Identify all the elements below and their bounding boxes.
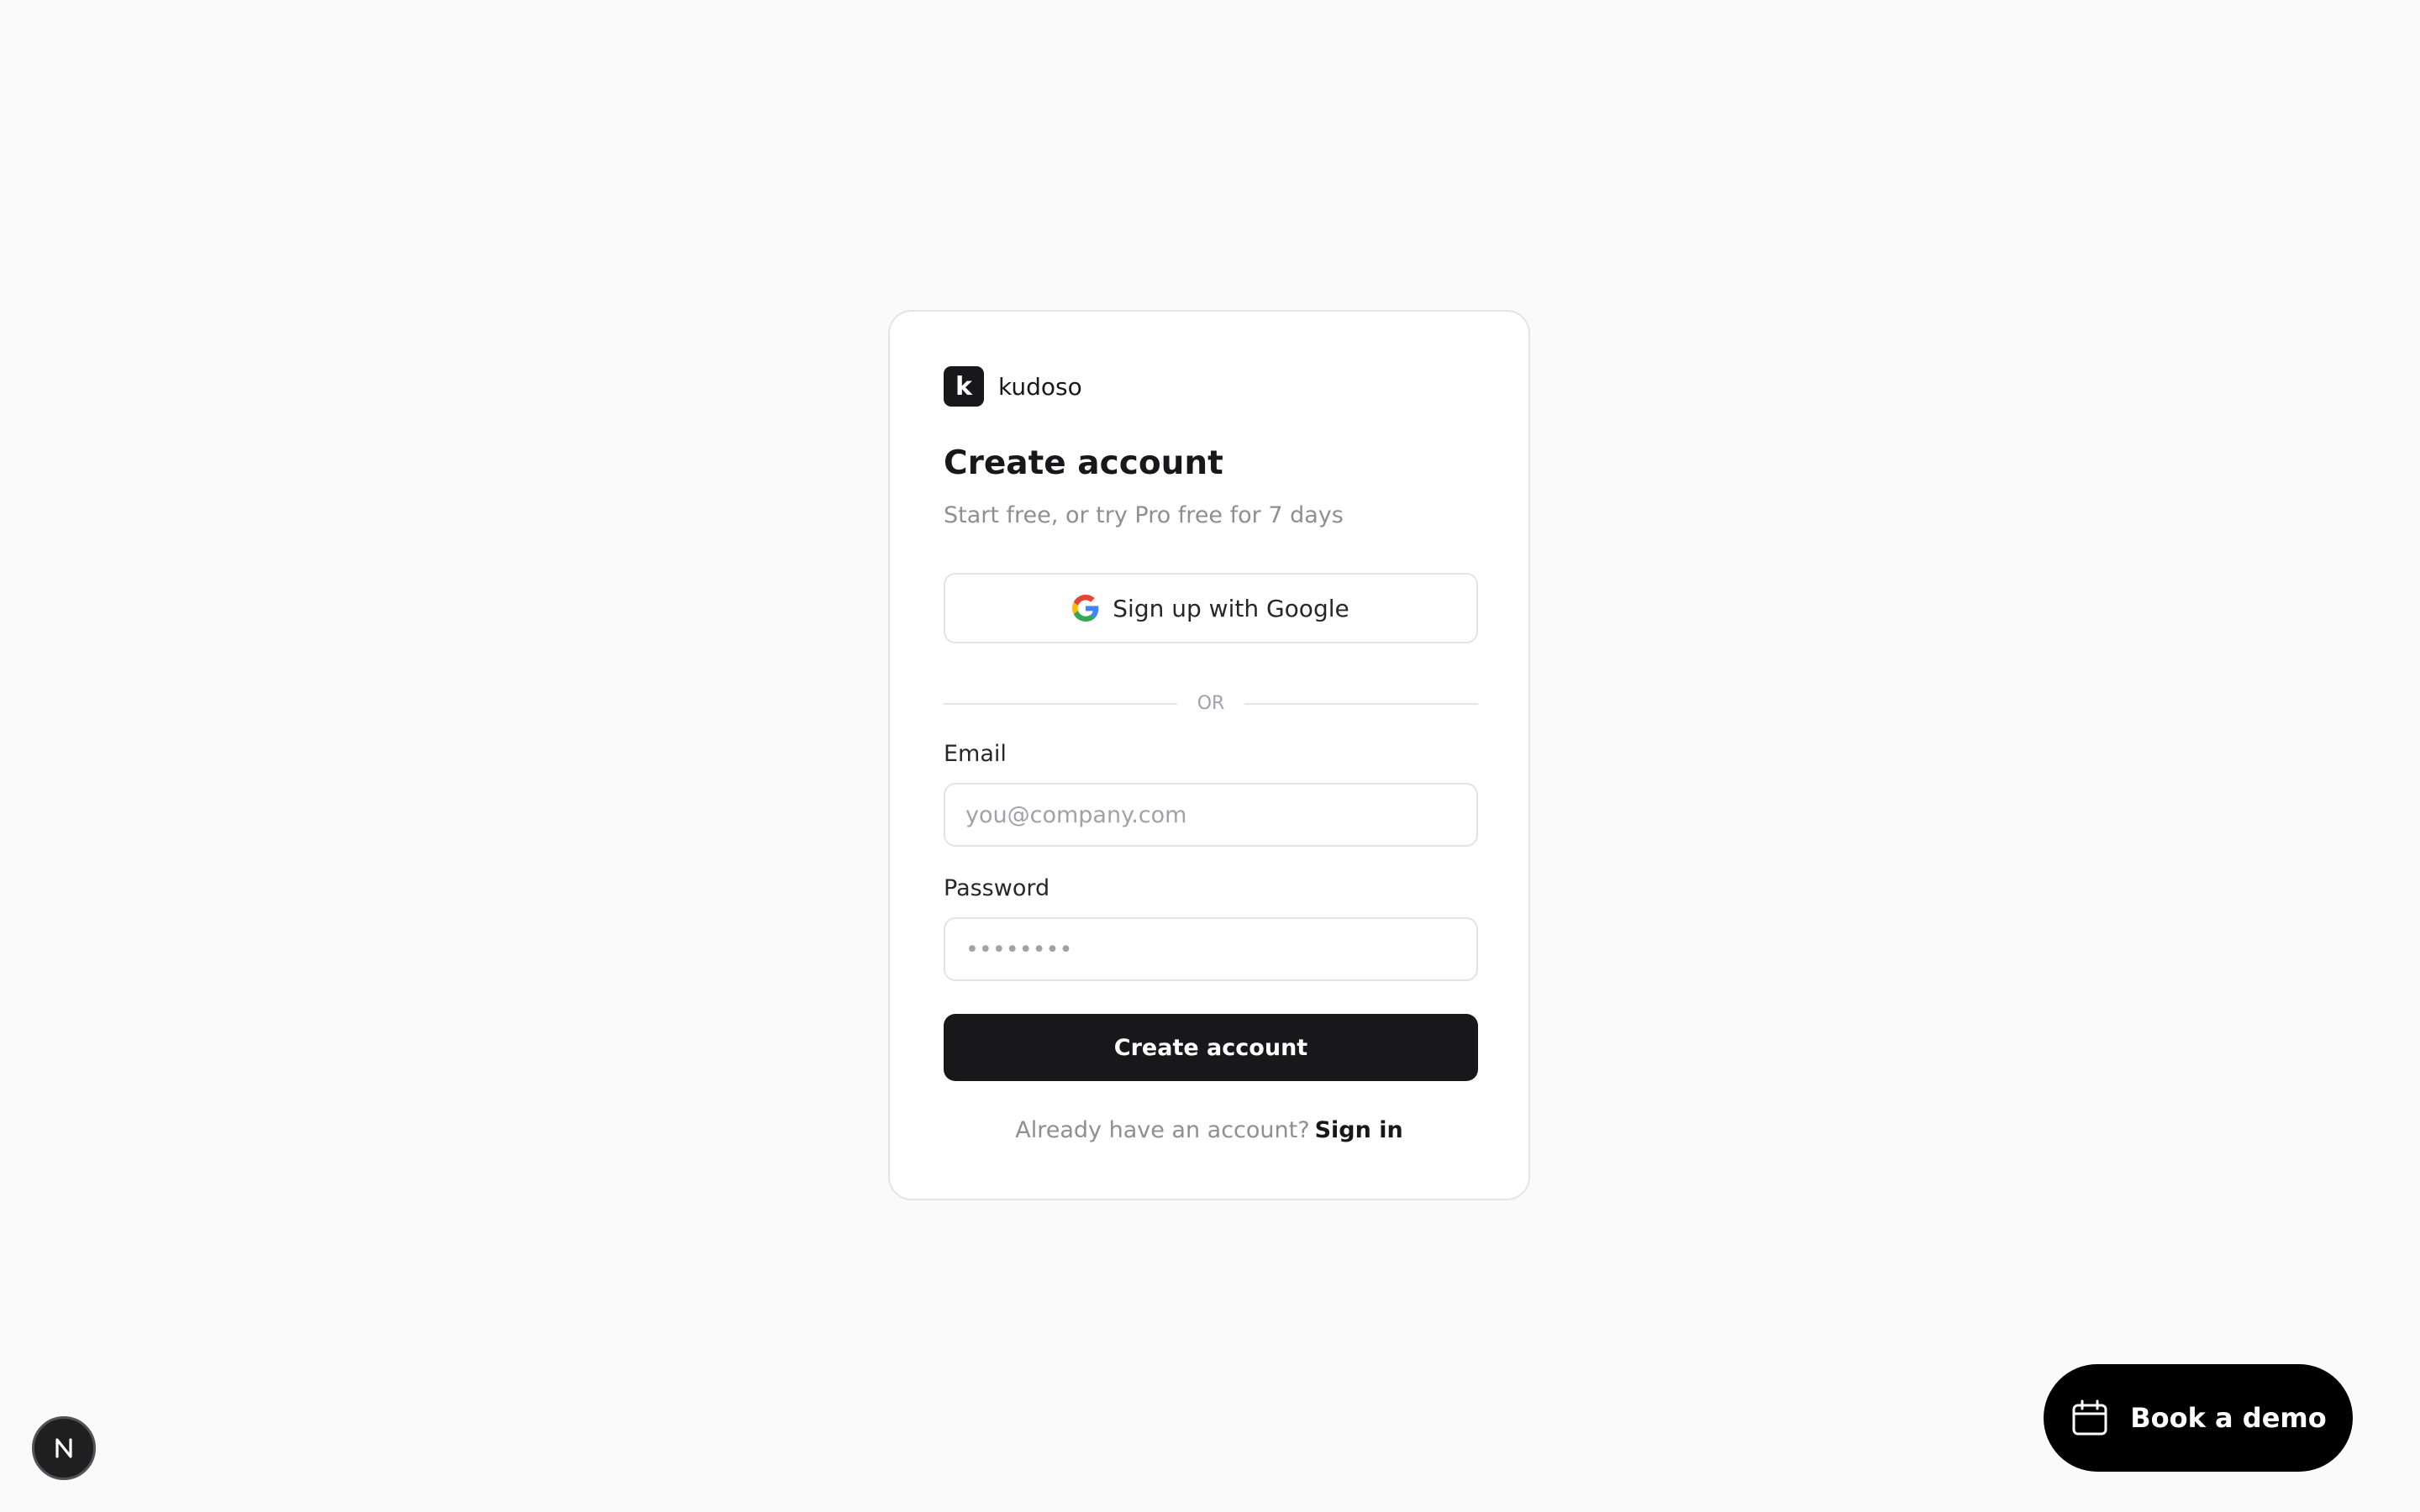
create-account-label: Create account [1113,1034,1308,1061]
password-field[interactable] [944,917,1478,981]
brand-name: kudoso [998,372,1082,401]
google-signup-label: Sign up with Google [1113,594,1349,622]
brand-logo-letter: k [955,371,972,402]
calendar-icon [2070,1398,2110,1438]
signin-prompt: Already have an account? Sign in [890,1117,1528,1143]
divider-line-right [1244,702,1479,705]
nextjs-dev-badge[interactable] [32,1416,96,1480]
signup-card: k kudoso Create account Start free, or t… [888,310,1530,1200]
email-field[interactable] [944,783,1478,847]
divider-line-left [944,702,1177,705]
divider-text: OR [1197,693,1225,714]
google-icon [1072,595,1099,622]
signin-prompt-text: Already have an account? [1015,1117,1310,1143]
create-account-button[interactable]: Create account [944,1014,1478,1081]
page-title: Create account [944,444,1223,482]
signin-link[interactable]: Sign in [1315,1117,1403,1143]
brand: k kudoso [944,365,1082,407]
email-label: Email [944,741,1007,767]
brand-logo: k [944,366,984,407]
book-demo-button[interactable]: Book a demo [2044,1364,2353,1472]
nextjs-icon [50,1434,78,1462]
book-demo-label: Book a demo [2130,1402,2327,1434]
or-divider: OR [944,693,1479,714]
page-subtitle: Start free, or try Pro free for 7 days [944,502,1344,528]
password-label: Password [944,875,1050,901]
google-signup-button[interactable]: Sign up with Google [944,573,1478,643]
